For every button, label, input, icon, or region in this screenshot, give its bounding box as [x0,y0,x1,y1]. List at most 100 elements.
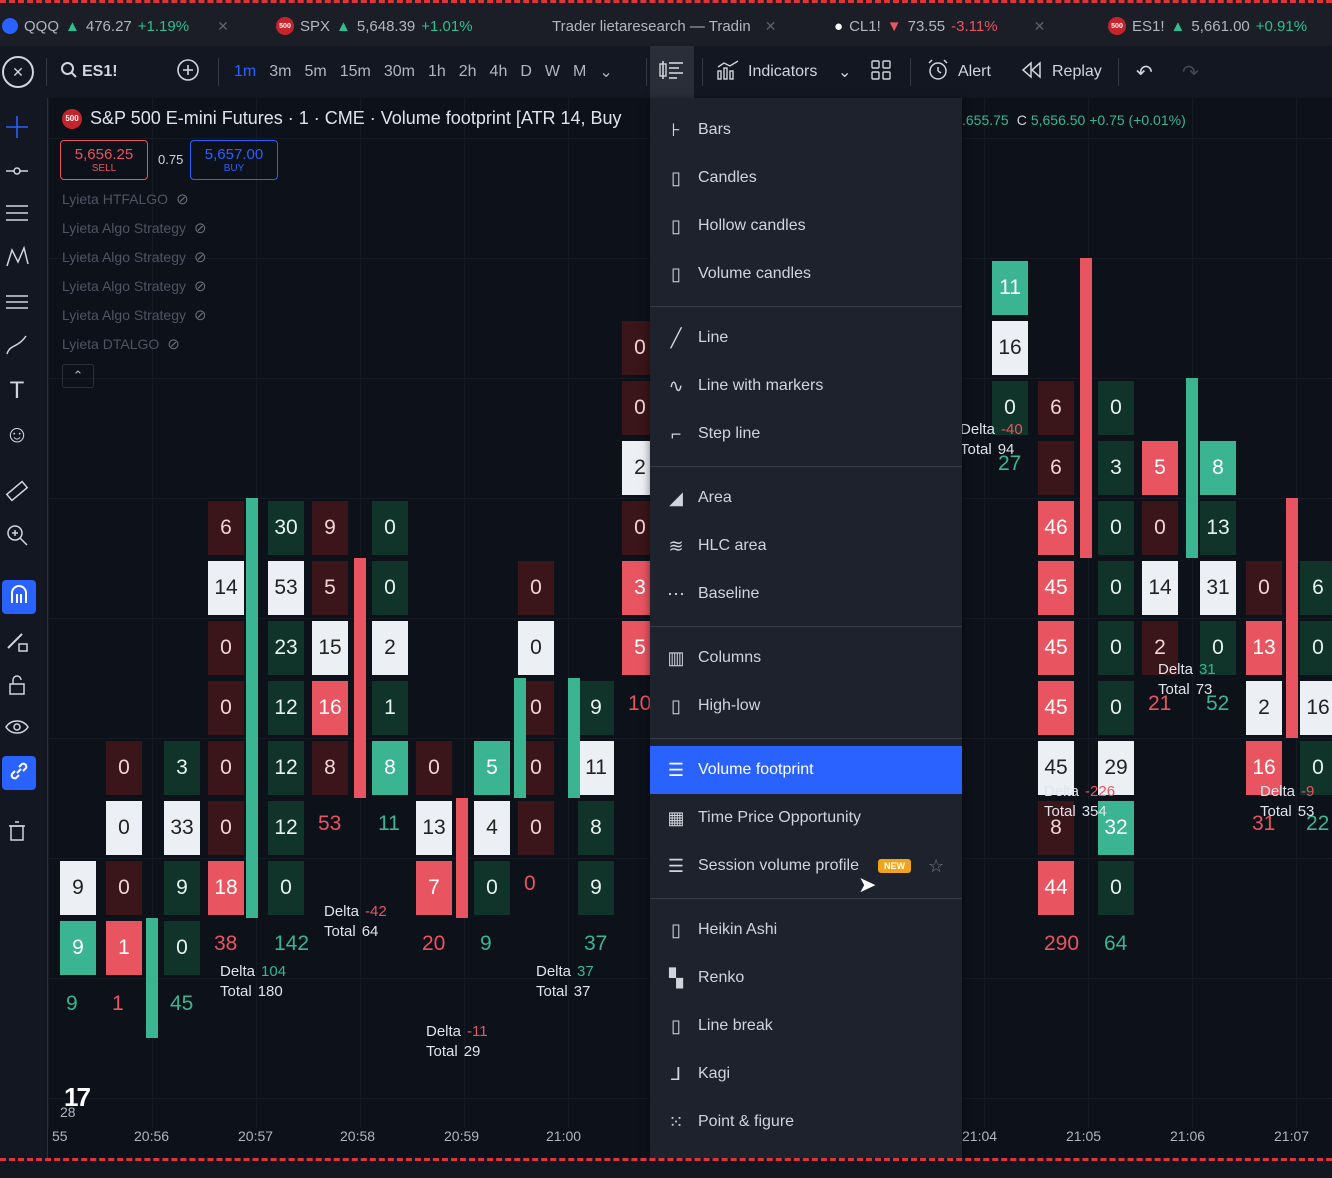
tab-cl1[interactable]: ● CL1! ▼ 73.55 -3.11% ✕ [834,9,1045,43]
footprint-cell: 5 [474,741,510,795]
menu-item-baseline[interactable]: ⋯ Baseline [650,570,962,618]
close-tab-icon[interactable]: ✕ [217,18,229,35]
crosshair-tool[interactable] [0,112,34,146]
timeframe-d[interactable]: D [520,63,532,81]
text-tool[interactable]: T [0,374,34,408]
timeframe-w[interactable]: W [545,63,560,81]
menu-item-point-figure[interactable]: ⁙ Point & figure [650,1098,962,1146]
emoji-tool[interactable]: ☺ [0,418,34,452]
tab-symbol: CL1! [849,17,881,35]
star-icon[interactable]: ☆ [928,856,944,877]
trend-line-tool[interactable] [0,156,34,190]
menu-item-session-volume-profile[interactable]: ☰ Session volume profile NEW ☆ ➤ [650,842,962,898]
eye-hidden-icon[interactable]: ⊘ [194,219,207,237]
redo-button[interactable]: ↷ [1182,46,1199,98]
remove-drawings-tool[interactable] [0,816,34,850]
grid-line-v [984,98,985,1128]
close-tab-icon[interactable]: ✕ [1034,18,1046,35]
replay-button[interactable]: Replay [1020,46,1102,98]
timeframe-2h[interactable]: 2h [459,63,477,81]
tab-tradingview[interactable]: Trader lietaresearch — Tradin ✕ [552,9,776,43]
menu-item-renko[interactable]: ▚ Renko [650,954,962,1002]
eye-hidden-icon[interactable]: ⊘ [194,248,207,266]
indicator-row[interactable]: Lyieta Algo Strategy ⊘ [62,219,207,237]
fib-tool[interactable] [0,198,34,232]
menu-item-columns[interactable]: ▥ Columns [650,634,962,682]
menu-item-label: Line break [698,1017,773,1034]
layout-button[interactable] [870,46,892,98]
timeframe-3m[interactable]: 3m [269,63,291,81]
undo-button[interactable]: ↶ [1136,46,1153,98]
alert-button[interactable]: Alert [926,46,991,98]
line-break-icon: ▯ [671,1015,681,1036]
measure-tool[interactable] [0,476,34,510]
timeframe-30m[interactable]: 30m [384,63,415,81]
indicator-row[interactable]: Lyieta Algo Strategy ⊘ [62,306,207,324]
menu-item-range[interactable]: ▯Range [650,1146,962,1158]
trend-line-icon [4,158,30,189]
menu-item-high-low[interactable]: ▯ High-low [650,682,962,730]
indicator-row[interactable]: Lyieta Algo Strategy ⊘ [62,248,207,266]
buy-button[interactable]: 5,657.00 BUY [190,140,278,180]
menu-item-hlc-area[interactable]: ≋ HLC area [650,522,962,570]
tab-spx[interactable]: 500 SPX ▲ 5,648.39 +1.01% [276,9,473,43]
timeframe-m[interactable]: M [573,63,586,81]
footprint-cell: 14 [1142,561,1178,615]
indicator-row[interactable]: Lyieta DTALGO ⊘ [62,335,180,353]
timeframe-15m[interactable]: 15m [340,63,371,81]
eye-hidden-icon[interactable]: ⊘ [167,335,180,353]
bar-volume-total: 37 [584,932,608,955]
symbol-search-button[interactable]: ES1! [60,46,118,98]
user-avatar[interactable]: ✕ [2,46,34,98]
sync-drawings-tool[interactable] [2,756,36,790]
timeframe-1h[interactable]: 1h [428,63,446,81]
menu-item-label: HLC area [698,537,767,554]
columns-icon: ▥ [667,647,685,668]
menu-item-bars[interactable]: ⊦ Bars [650,106,962,154]
sell-button[interactable]: 5,656.25 SELL [60,140,148,180]
tab-qqq[interactable]: QQQ ▲ 476.27 +1.19% ✕ [2,9,229,43]
prediction-tool[interactable] [0,286,34,320]
magnet-tool[interactable] [2,580,36,614]
menu-item-volume-footprint[interactable]: ☰ Volume footprint [650,746,962,794]
menu-item-area[interactable]: ◢ Area [650,474,962,522]
zoom-tool[interactable] [0,520,34,554]
brush-tool[interactable] [0,330,34,364]
menu-item-kagi[interactable]: ⅃ Kagi [650,1050,962,1098]
eye-hidden-icon[interactable]: ⊘ [194,306,207,324]
indicator-templates-dropdown[interactable]: ⌄ [838,46,851,98]
menu-item-line-break[interactable]: ▯ Line break [650,1002,962,1050]
drawing-mode-tool[interactable] [0,626,34,660]
close-tab-icon[interactable]: ✕ [765,18,777,35]
menu-item-line[interactable]: ╱ Line [650,314,962,362]
menu-item-step-line[interactable]: ⌐ Step line [650,410,962,458]
chevron-down-icon[interactable]: ⌄ [599,62,612,82]
delta-label: Delta [960,421,996,438]
menu-item-time-price-opportunity[interactable]: ▦ Time Price Opportunity [650,794,962,842]
timeframe-1m[interactable]: 1m [234,63,256,81]
collapse-legend-button[interactable]: ⌃ [62,364,94,388]
chart-type-button[interactable] [650,46,694,98]
bar-volume-total: 9 [480,932,492,955]
compare-add-symbol-button[interactable] [176,46,200,98]
tab-es1[interactable]: 500 ES1! ▲ 5,661.00 +0.91% [1108,9,1307,43]
menu-item-candles[interactable]: ▯ Candles [650,154,962,202]
indicator-name: Lyieta Algo Strategy [62,249,187,265]
footprint-cell: 0 [1098,621,1134,675]
menu-item-hollow-candles[interactable]: ▯ Hollow candles [650,202,962,250]
eye-hidden-icon[interactable]: ⊘ [194,277,207,295]
pattern-tool[interactable] [0,242,34,276]
eye-hidden-icon[interactable]: ⊘ [176,190,189,208]
indicators-button[interactable]: Indicators [716,46,817,98]
hide-drawings-tool[interactable] [0,712,34,746]
indicator-row[interactable]: Lyieta HTFALGO ⊘ [62,190,189,208]
delta-value: -11 [467,1023,488,1040]
timeframe-4h[interactable]: 4h [490,63,508,81]
lock-drawings-tool[interactable] [0,670,34,704]
timeframe-5m[interactable]: 5m [304,63,326,81]
indicator-row[interactable]: Lyieta Algo Strategy ⊘ [62,277,207,295]
menu-item-label: Line [698,329,729,346]
menu-item-line-with-markers[interactable]: ∿ Line with markers [650,362,962,410]
menu-item-heikin-ashi[interactable]: ▯ Heikin Ashi [650,906,962,954]
menu-item-volume-candles[interactable]: ▯ Volume candles [650,250,962,298]
